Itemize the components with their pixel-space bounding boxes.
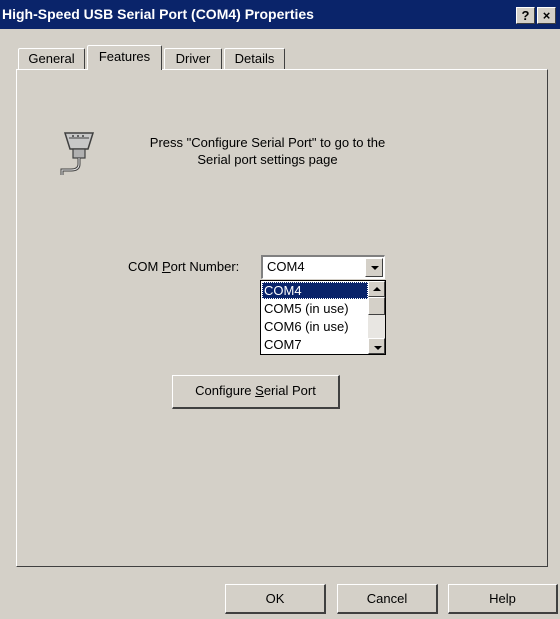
arrow-down-icon	[374, 346, 382, 350]
scroll-up-button[interactable]	[368, 281, 385, 297]
com-option-com6[interactable]: COM6 (in use)	[262, 318, 368, 335]
com-port-value: COM4	[267, 259, 305, 274]
close-button[interactable]: ×	[537, 7, 556, 24]
tab-general[interactable]: General	[18, 48, 85, 69]
info-message: Press "Configure Serial Port" to go to t…	[120, 134, 415, 168]
tab-driver[interactable]: Driver	[164, 48, 222, 69]
configure-serial-port-button[interactable]: Configure Serial Port	[172, 375, 340, 409]
com-option-com5[interactable]: COM5 (in use)	[262, 300, 368, 317]
tab-features[interactable]: Features	[87, 45, 162, 70]
com-option-com4[interactable]: COM4	[262, 282, 368, 299]
serial-port-connector-icon	[60, 132, 95, 175]
window-title: High-Speed USB Serial Port (COM4) Proper…	[2, 6, 314, 22]
dropdown-toggle-button[interactable]	[365, 258, 383, 277]
chevron-down-icon	[371, 266, 379, 270]
com-option-com7[interactable]: COM7	[262, 336, 368, 353]
ok-button[interactable]: OK	[225, 584, 326, 614]
arrow-up-icon	[373, 287, 381, 291]
tab-details[interactable]: Details	[224, 48, 285, 69]
com-port-label: COM Port Number:	[128, 259, 240, 274]
com-port-select[interactable]: COM4	[261, 255, 385, 279]
info-line-2: Serial port settings page	[197, 152, 338, 167]
cancel-button[interactable]: Cancel	[337, 584, 438, 614]
dropdown-scrollbar[interactable]	[368, 281, 385, 354]
info-line-1: Press "Configure Serial Port" to go to t…	[149, 135, 386, 150]
help-button[interactable]: Help	[448, 584, 558, 614]
help-title-button[interactable]: ?	[516, 7, 535, 24]
title-bar[interactable]: High-Speed USB Serial Port (COM4) Proper…	[0, 0, 560, 29]
com-port-dropdown-list[interactable]: COM4 COM5 (in use) COM6 (in use) COM7	[260, 280, 386, 355]
scroll-thumb[interactable]	[368, 297, 385, 315]
scroll-down-button[interactable]	[368, 338, 385, 354]
